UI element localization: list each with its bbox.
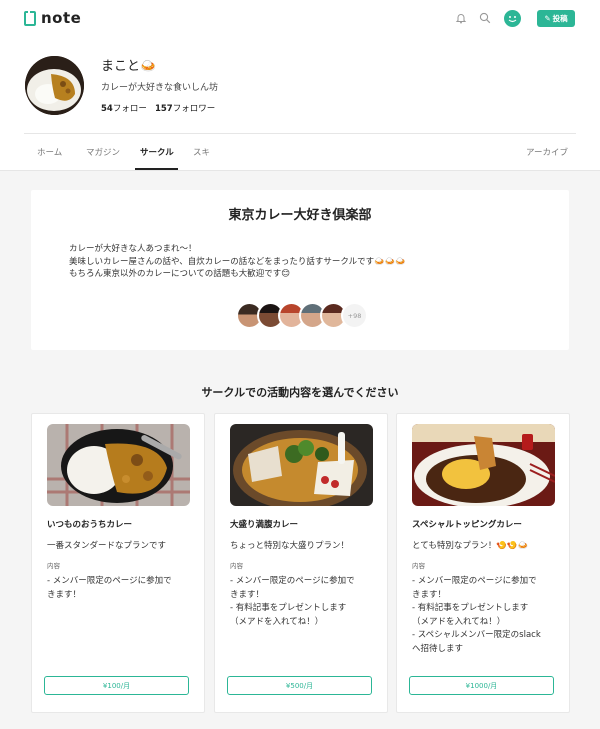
plan-description-line: きます！ xyxy=(230,589,265,600)
plan-image xyxy=(47,424,190,506)
plan-image xyxy=(230,424,373,506)
follower-link[interactable]: 157フォロワー xyxy=(155,104,215,114)
circle-description-line: カレーが大好きな人あつまれ〜！ xyxy=(69,244,197,254)
follower-label: フォロワー xyxy=(172,104,216,114)
post-button[interactable]: ✎ 投稿 xyxy=(537,10,575,27)
tab-separator xyxy=(0,170,600,171)
follow-label: フォロー xyxy=(112,104,147,114)
plan-description-line: きます！ xyxy=(47,589,82,600)
plan-name: スペシャルトッピングカレー xyxy=(412,520,522,530)
profile-divider xyxy=(24,133,576,134)
profile-name: まこと🍛 xyxy=(101,59,157,74)
plan-description-line: - メンバー限定のページに参加で xyxy=(47,576,172,586)
bell-icon[interactable] xyxy=(454,11,468,25)
circle-description-line: 美味しいカレー屋さんの話や、自炊カレーの話などをまったり話すサークルです🍛🍛🍛 xyxy=(69,256,406,267)
plan-description: - メンバー限定のページに参加で きます！ - 有料記事をプレゼントします （メ… xyxy=(230,575,378,629)
profile-section: まこと🍛 カレーが大好きな食いしん坊 54フォロー 157フォロワー ホーム マ… xyxy=(0,36,600,171)
plan-description-line: - 有料記事をプレゼントします xyxy=(412,603,529,613)
plan-description-line: - 有料記事をプレゼントします xyxy=(230,603,347,613)
post-button-label: 投稿 xyxy=(552,14,568,23)
plan-description-line: （メアドを入れてね！） xyxy=(412,616,506,627)
circle-info-card: 東京カレー大好き倶楽部 カレーが大好きな人あつまれ〜！ 美味しいカレー屋さんの話… xyxy=(31,190,569,350)
plan-content-label: 内容 xyxy=(230,562,243,570)
top-header: note ✎ 投稿 xyxy=(0,0,600,36)
follow-count: 54 xyxy=(101,104,113,114)
user-avatar-icon[interactable] xyxy=(504,10,521,27)
member-more-count: +98 xyxy=(341,302,368,329)
plan-description-line: - メンバー限定のページに参加で xyxy=(412,576,537,586)
pencil-icon: ✎ xyxy=(544,14,551,23)
plan-subtitle: ちょっと特別な大盛りプラン！ xyxy=(230,541,350,551)
follow-link[interactable]: 54フォロー xyxy=(101,104,147,114)
plan-content-label: 内容 xyxy=(47,562,60,570)
plan-join-button[interactable]: ¥500/月 xyxy=(227,676,372,695)
follow-stats: 54フォロー 157フォロワー xyxy=(101,102,215,114)
plan-name: 大盛り満腹カレー xyxy=(230,520,299,530)
plan-description-line: - スペシャルメンバー限定のslack xyxy=(412,630,541,640)
plan-description-line: （メアドを入れてね！） xyxy=(230,616,324,627)
tab-likes[interactable]: スキ xyxy=(193,146,210,158)
logo-text: note xyxy=(41,9,82,27)
search-icon[interactable] xyxy=(478,11,492,25)
plan-name: いつものおうちカレー xyxy=(47,520,133,530)
plan-card: スペシャルトッピングカレー とても特別なプラン！🍤🍤🍛 内容 - メンバー限定の… xyxy=(396,413,570,713)
member-avatars[interactable]: +98 xyxy=(236,302,368,329)
plans-heading: サークルでの活動内容を選んでください xyxy=(201,386,399,399)
tab-archive[interactable]: アーカイブ xyxy=(526,146,568,158)
plan-image xyxy=(412,424,555,506)
plan-description: - メンバー限定のページに参加で きます！ xyxy=(47,575,195,602)
plan-content-label: 内容 xyxy=(412,562,425,570)
note-logo[interactable]: note xyxy=(24,10,81,26)
plan-description-line: へ招待します xyxy=(412,643,464,654)
circle-description: カレーが大好きな人あつまれ〜！ 美味しいカレー屋さんの話や、自炊カレーの話などを… xyxy=(69,243,406,281)
note-logo-icon xyxy=(24,10,36,26)
circle-description-line: もちろん東京以外のカレーについての話題も大歓迎です😊 xyxy=(69,269,291,279)
follower-count: 157 xyxy=(154,104,173,114)
plan-card: いつものおうちカレー 一番スタンダードなプランです 内容 - メンバー限定のペー… xyxy=(31,413,205,713)
plan-description: - メンバー限定のページに参加で きます！ - 有料記事をプレゼントします （メ… xyxy=(412,575,560,656)
tab-magazine[interactable]: マガジン xyxy=(86,146,120,158)
tab-circle[interactable]: サークル xyxy=(140,146,174,158)
plan-card: 大盛り満腹カレー ちょっと特別な大盛りプラン！ 内容 - メンバー限定のページに… xyxy=(214,413,388,713)
plan-subtitle: 一番スタンダードなプランです xyxy=(47,541,167,551)
plan-join-button[interactable]: ¥100/月 xyxy=(44,676,189,695)
profile-bio: カレーが大好きな食いしん坊 xyxy=(101,83,219,93)
tab-home[interactable]: ホーム xyxy=(37,146,62,158)
plan-description-line: - メンバー限定のページに参加で xyxy=(230,576,355,586)
plan-description-line: きます！ xyxy=(412,589,447,600)
plan-join-button[interactable]: ¥1000/月 xyxy=(409,676,554,695)
profile-avatar[interactable] xyxy=(25,56,84,115)
plan-subtitle: とても特別なプラン！🍤🍤🍛 xyxy=(412,541,529,551)
circle-title: 東京カレー大好き倶楽部 xyxy=(228,208,372,223)
